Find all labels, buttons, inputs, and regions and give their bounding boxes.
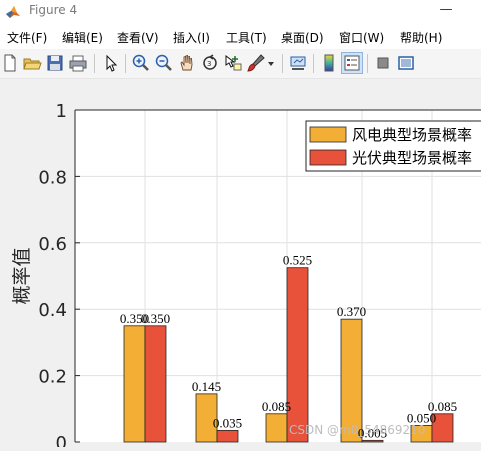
bar-value-label: 0.145: [192, 379, 221, 394]
bar-value-label: 0.085: [262, 399, 291, 414]
toolbar-separator: [94, 54, 95, 73]
menu-insert[interactable]: 插入(I): [173, 29, 210, 46]
bar-value-label: 0.350: [141, 311, 170, 326]
hide-plot-tools-icon[interactable]: [373, 53, 393, 73]
menu-edit[interactable]: 编辑(E): [62, 29, 103, 46]
print-icon[interactable]: [68, 53, 88, 73]
legend[interactable]: 风电典型场景概率 光伏典型场景概率: [305, 120, 481, 172]
matlab-logo-icon: [6, 6, 20, 18]
legend-label-pv: 光伏典型场景概率: [352, 149, 472, 167]
toolbar-separator: [282, 54, 283, 73]
y-tick-label: 0.6: [38, 234, 67, 255]
legend-label-wind: 风电典型场景概率: [352, 126, 472, 144]
toolbar-separator: [125, 54, 126, 73]
pointer-icon[interactable]: [101, 53, 121, 73]
svg-text:3: 3: [207, 60, 211, 68]
minimize-button[interactable]: —: [431, 2, 461, 17]
rotate-3d-icon[interactable]: 3: [200, 53, 220, 73]
menu-help[interactable]: 帮助(H): [400, 29, 442, 46]
colorbar-icon[interactable]: [319, 53, 339, 73]
y-tick-label: 1: [56, 101, 67, 122]
show-plot-tools-icon[interactable]: [396, 53, 416, 73]
legend-swatch-wind: [309, 126, 347, 143]
y-tick-label: 0.2: [38, 367, 67, 388]
window-title: Figure 4: [29, 3, 78, 17]
bar-series1-cat1: [123, 325, 146, 443]
y-tick-label: 0.8: [38, 167, 67, 188]
window-title-bar: Figure 4 —: [0, 0, 481, 23]
figure-canvas: 0.350 0.145 0.085 0.370 0.050 0.350 0.035 0.525…: [0, 79, 481, 451]
zoom-in-icon[interactable]: [131, 53, 151, 73]
bar-chart: 0.3500.1450.0850.3700.0500.3500.0350.525…: [11, 101, 481, 451]
zoom-out-icon[interactable]: [154, 53, 174, 73]
figure-toolbar: 3: [0, 49, 481, 79]
bar-series2-cat3: [286, 267, 309, 443]
y-tick-label: 0.4: [38, 300, 67, 321]
pan-hand-icon[interactable]: [177, 53, 197, 73]
y-axis-ticks: 0 0.2 0.4 0.6 0.8 1: [38, 101, 80, 451]
bar-series1-cat3: [265, 413, 288, 443]
toolbar-separator: [313, 54, 314, 73]
link-plot-icon[interactable]: [288, 53, 308, 73]
save-icon[interactable]: [45, 53, 65, 73]
menu-view[interactable]: 查看(V): [117, 29, 159, 46]
bar-value-label: 0.085: [428, 399, 457, 414]
bar-value-label: 0.035: [213, 415, 242, 430]
menu-desktop[interactable]: 桌面(D): [281, 29, 324, 46]
open-file-icon[interactable]: [22, 53, 42, 73]
y-tick-label: 0: [56, 433, 67, 447]
bar-value-label: 0.370: [337, 304, 366, 319]
brush-icon[interactable]: [246, 53, 266, 73]
watermark: CSDN @m0_54869210: [289, 423, 425, 437]
legend-icon[interactable]: [341, 52, 363, 74]
bar-series2-cat2: [216, 429, 239, 443]
bar-series2-cat1: [144, 325, 167, 443]
new-figure-icon[interactable]: [0, 53, 20, 73]
bar-series2-cat4: [361, 439, 384, 443]
menu-bar: 文件(F) 编辑(E) 查看(V) 插入(I) 工具(T) 桌面(D) 窗口(W…: [0, 23, 481, 49]
bar-value-label: 0.525: [283, 253, 312, 268]
menu-window[interactable]: 窗口(W): [339, 29, 384, 46]
legend-swatch-pv: [309, 149, 347, 166]
data-cursor-icon[interactable]: [223, 53, 243, 73]
toolbar-separator: [367, 54, 368, 73]
y-axis-label: 概率值: [11, 247, 33, 304]
menu-tools[interactable]: 工具(T): [226, 29, 267, 46]
menu-file[interactable]: 文件(F): [7, 29, 47, 46]
brush-dropdown-icon[interactable]: [266, 53, 276, 73]
